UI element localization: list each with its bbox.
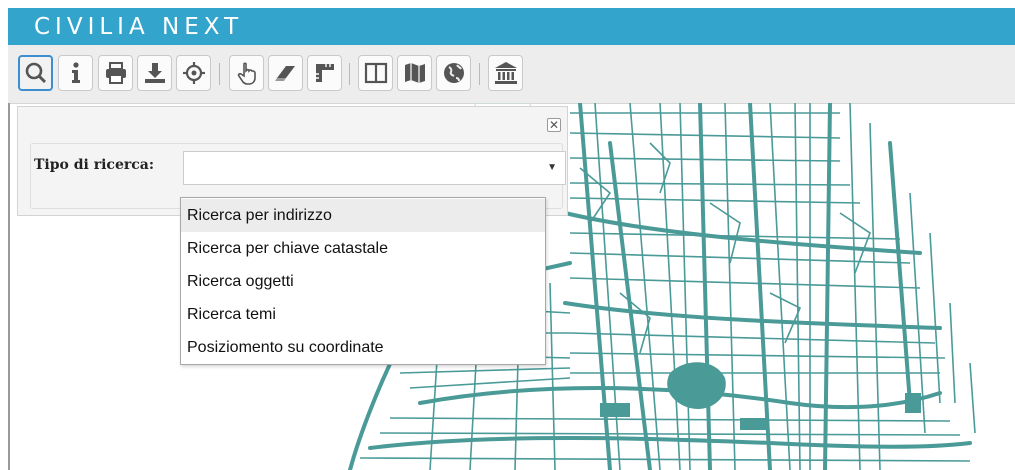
search-type-label: Tipo di ricerca: (34, 157, 154, 173)
locate-icon (182, 62, 205, 84)
map-button[interactable] (397, 55, 432, 91)
eraser-button[interactable] (268, 55, 303, 91)
split-view-icon (364, 62, 387, 84)
pan-button[interactable] (229, 55, 264, 91)
toolbar-separator (219, 63, 220, 85)
option-search-by-address[interactable]: Ricerca per indirizzo (181, 199, 545, 232)
download-icon (144, 63, 165, 83)
search-button[interactable] (18, 55, 53, 91)
option-position-coordinates[interactable]: Posiziomento su coordinate (181, 331, 545, 364)
hand-pointer-icon (237, 62, 256, 85)
locate-button[interactable] (176, 55, 211, 91)
globe-icon (443, 63, 464, 83)
option-search-by-cadastral-key[interactable]: Ricerca per chiave catastale (181, 232, 545, 265)
search-type-dropdown: Ricerca per indirizzo Ricerca per chiave… (180, 197, 546, 365)
close-icon[interactable]: ✕ (547, 118, 561, 132)
globe-button[interactable] (436, 55, 471, 91)
option-search-objects[interactable]: Ricerca oggetti (181, 265, 545, 298)
dropdown-arrow-icon: ▼ (547, 162, 557, 173)
building-button[interactable] (488, 55, 523, 91)
toolbar-separator (349, 63, 350, 85)
toolbar-separator (479, 63, 480, 85)
print-button[interactable] (98, 55, 133, 91)
search-type-select[interactable]: ▼ (183, 151, 566, 185)
measure-button[interactable] (307, 55, 342, 91)
building-icon (494, 62, 517, 84)
print-icon (105, 62, 126, 84)
split-view-button[interactable] (358, 55, 393, 91)
measure-icon (315, 64, 334, 82)
map-icon (404, 63, 425, 83)
info-button[interactable] (58, 55, 93, 91)
search-icon (25, 62, 46, 84)
download-button[interactable] (137, 55, 172, 91)
toolbar (8, 45, 1015, 104)
option-search-themes[interactable]: Ricerca temi (181, 298, 545, 331)
app-header: CIVILIA NEXT (8, 8, 1015, 45)
eraser-icon (274, 66, 295, 81)
info-icon (71, 62, 80, 83)
app-logo: CIVILIA NEXT (34, 14, 244, 40)
